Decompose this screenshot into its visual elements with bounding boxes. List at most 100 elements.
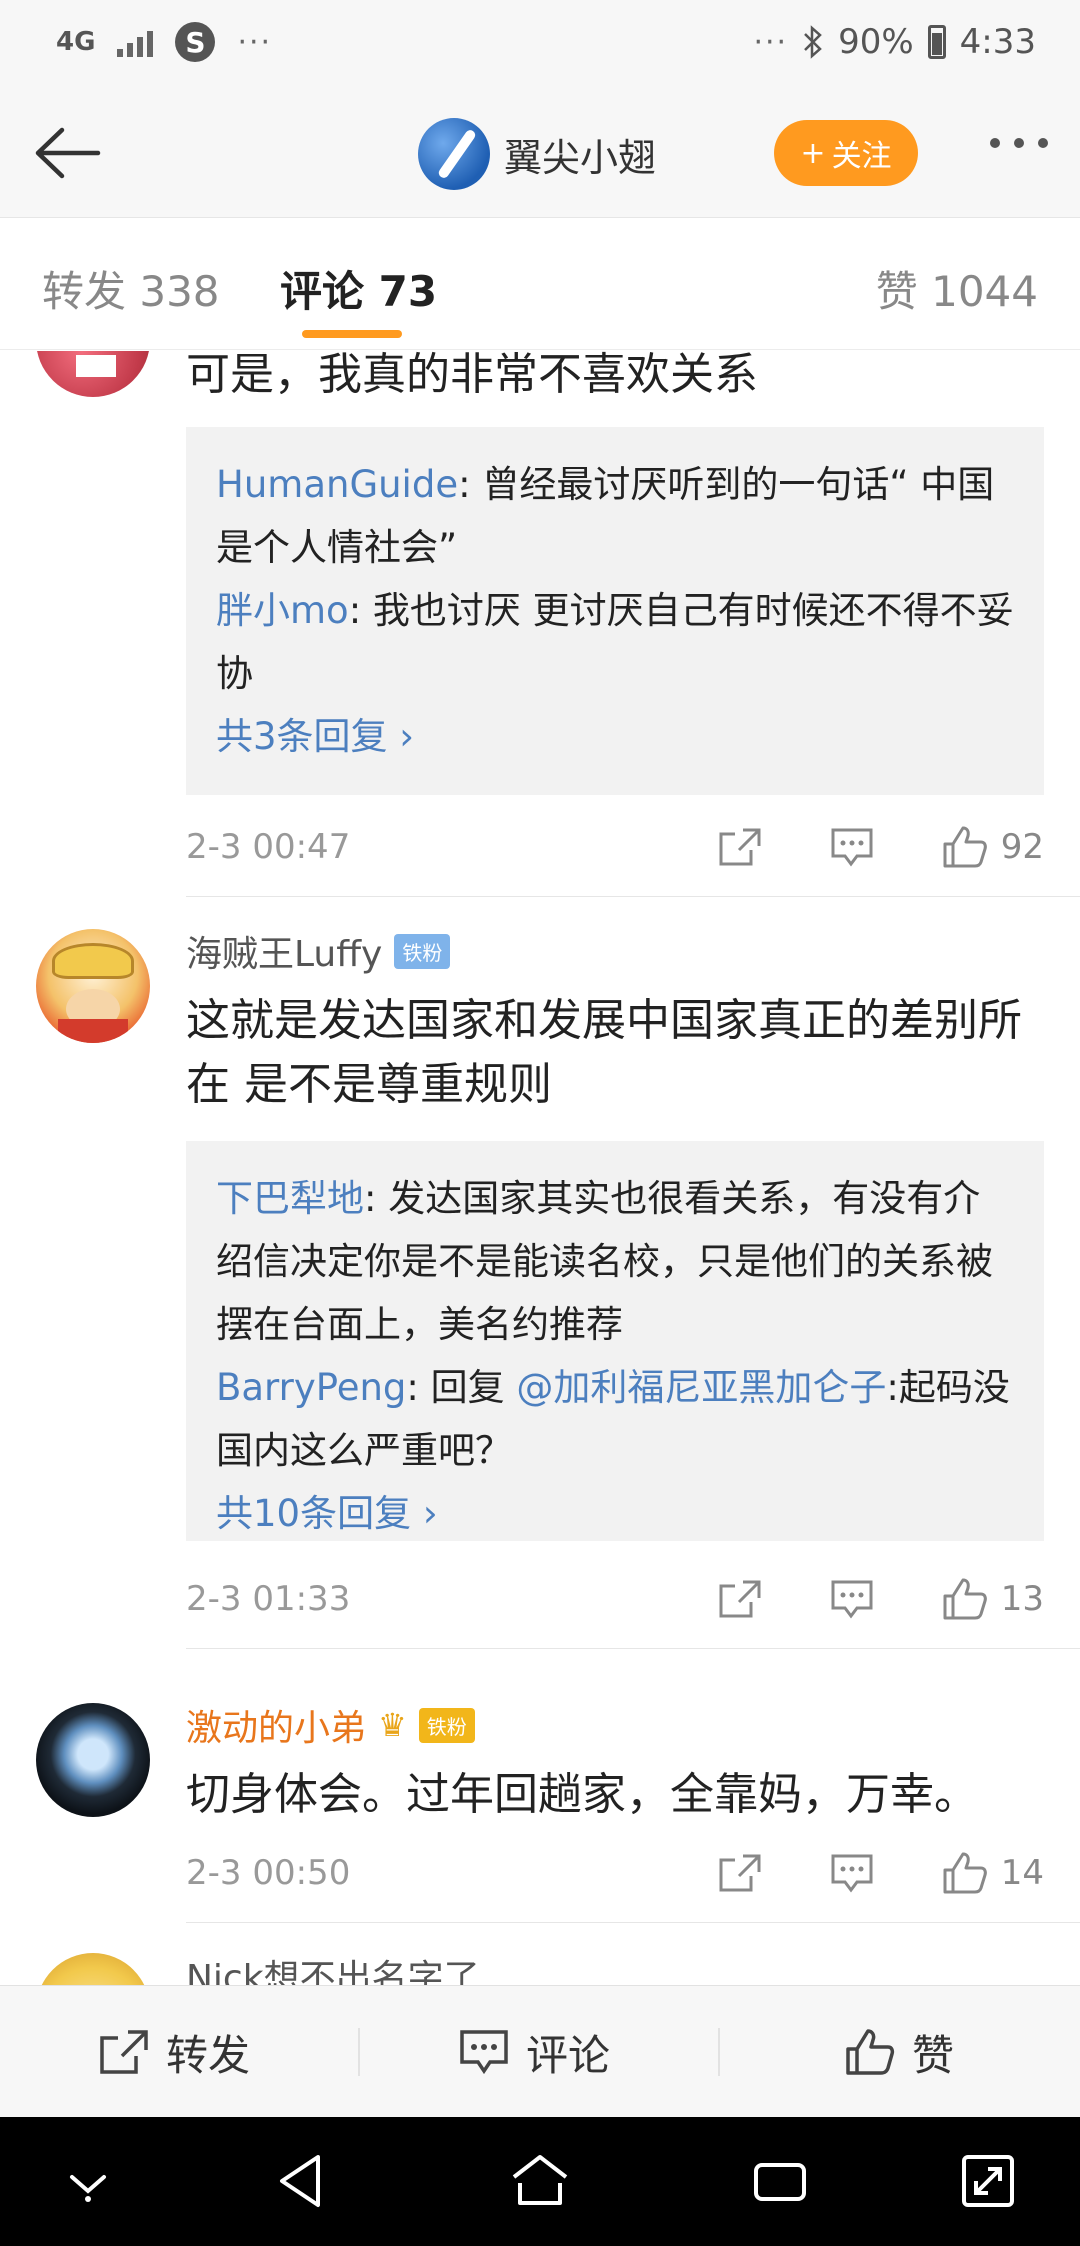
- author-name[interactable]: 海贼王Luffy: [186, 925, 382, 977]
- comment-time: 2-3 01:33: [186, 1579, 351, 1619]
- fan-badge: 铁粉: [394, 933, 451, 969]
- like-bottom-button[interactable]: 赞: [844, 1986, 954, 2118]
- comment-time: 2-3 00:50: [186, 1853, 351, 1893]
- repost-button[interactable]: 转发: [98, 1986, 250, 2118]
- thumbs-up-icon: [943, 826, 987, 868]
- author-name[interactable]: 激动的小弟: [186, 1699, 366, 1751]
- thumbs-up-icon: [943, 1578, 987, 1620]
- comment-author[interactable]: 激动的小弟 ♛ 铁粉: [186, 1699, 475, 1751]
- status-right: ··· 90% 4:33: [753, 22, 1036, 62]
- mention-link[interactable]: @加利福尼亚黑加仑子: [516, 1366, 886, 1409]
- like-button[interactable]: 13: [941, 1576, 1044, 1622]
- separator: [718, 2028, 720, 2076]
- comment-meta: 2-3 01:33 13: [186, 1569, 1044, 1629]
- share-button[interactable]: [717, 1578, 763, 1620]
- share-icon: [719, 828, 761, 866]
- like-label: 赞: [912, 2030, 955, 2080]
- more-notifications-icon: ···: [237, 24, 273, 60]
- follow-button[interactable]: + 关注: [774, 120, 918, 186]
- share-icon: [719, 1854, 761, 1892]
- divider: [186, 896, 1080, 897]
- share-button[interactable]: [717, 1852, 763, 1894]
- nav-recents-icon[interactable]: [750, 2151, 810, 2211]
- signal-icon: [117, 27, 154, 57]
- user-avatar[interactable]: [36, 1703, 150, 1817]
- view-all-replies-link[interactable]: 共3条回复 ›: [216, 705, 1014, 768]
- tab-bar: 转发 338 评论 73 赞 1044: [0, 218, 1080, 350]
- account-name[interactable]: 翼尖小翅: [504, 127, 656, 182]
- nav-back-icon[interactable]: [272, 2151, 332, 2211]
- reply-author[interactable]: 胖小mo: [216, 589, 349, 632]
- clock: 4:33: [959, 22, 1036, 62]
- like-button[interactable]: 92: [941, 824, 1044, 870]
- repost-icon: [100, 2030, 148, 2074]
- network-indicator: 4G: [56, 27, 96, 57]
- account-header[interactable]: 翼尖小翅: [418, 118, 656, 190]
- back-arrow-icon[interactable]: [26, 118, 104, 188]
- battery-icon: [927, 25, 946, 59]
- account-avatar[interactable]: [418, 118, 490, 190]
- bluetooth-icon: [804, 25, 822, 59]
- repost-label: 转发: [166, 2030, 251, 2080]
- system-nav-bar: [0, 2117, 1080, 2246]
- nav-home-icon[interactable]: [508, 2151, 572, 2211]
- reply-button[interactable]: [829, 1852, 875, 1894]
- reply-author[interactable]: BarryPeng: [216, 1366, 406, 1409]
- reply-preview-box[interactable]: 下巴犁地: 发达国家其实也很看关系，有没有介绍信决定你是不是能读名校，只是他们的…: [186, 1141, 1044, 1541]
- comment-icon: [831, 828, 873, 867]
- thumbs-up-icon: [846, 2029, 895, 2075]
- reply-author[interactable]: 下巴犁地: [216, 1177, 364, 1220]
- reply-item[interactable]: 胖小mo: 我也讨厌 更讨厌自己有时候还不得不妥协: [216, 579, 1014, 705]
- user-avatar[interactable]: [36, 1953, 150, 1985]
- comment-icon: [831, 1580, 873, 1619]
- expand-icon[interactable]: [958, 2151, 1018, 2211]
- comment-label: 评论: [526, 2030, 611, 2080]
- reply-button[interactable]: [829, 1578, 875, 1620]
- like-count: 13: [1000, 1579, 1044, 1619]
- plus-icon: +: [800, 135, 826, 171]
- hide-keyboard-icon[interactable]: [62, 2165, 114, 2205]
- like-button[interactable]: 14: [941, 1850, 1044, 1896]
- active-tab-indicator: [302, 330, 402, 338]
- comment-author[interactable]: Nick想不出名字了: [186, 1949, 480, 1985]
- reply-text: : 回复: [406, 1366, 517, 1409]
- divider: [186, 1648, 1080, 1649]
- comment-time: 2-3 00:47: [186, 827, 351, 867]
- status-bar: 4G S ··· ··· 90% 4:33: [0, 0, 1080, 90]
- tab-comments[interactable]: 评论 73: [280, 258, 437, 319]
- share-button[interactable]: [717, 826, 763, 868]
- app-notification-icon: S: [175, 22, 216, 62]
- fan-badge: 铁粉: [418, 1707, 475, 1743]
- comment-icon: [831, 1854, 873, 1893]
- tab-likes[interactable]: 赞 1044: [876, 258, 1038, 319]
- bottom-action-bar: 转发 评论 赞: [0, 1985, 1080, 2117]
- comment-meta: 2-3 00:50 14: [186, 1843, 1044, 1903]
- crown-icon: ♛: [378, 1706, 407, 1744]
- user-avatar[interactable]: [36, 929, 150, 1043]
- comment-button[interactable]: 评论: [458, 1986, 610, 2118]
- comment-author[interactable]: 海贼王Luffy 铁粉: [186, 925, 451, 977]
- reply-preview-box[interactable]: HumanGuide: 曾经最讨厌听到的一句话“ 中国是个人情社会” 胖小mo:…: [186, 427, 1044, 795]
- comment-meta: 2-3 00:47 92: [186, 817, 1044, 877]
- status-left: 4G S ···: [56, 22, 272, 62]
- tab-reposts[interactable]: 转发 338: [42, 258, 220, 319]
- battery-percent: 90%: [838, 22, 914, 62]
- comment-text: 这就是发达国家和发展中国家真正的差别所在 是不是尊重规则: [186, 995, 1022, 1110]
- reply-author[interactable]: HumanGuide: [216, 463, 458, 506]
- divider: [186, 1922, 1080, 1923]
- comment-text: 可是，我真的非常不喜欢关系: [186, 351, 758, 400]
- view-all-replies-link[interactable]: 共10条回复 ›: [216, 1482, 1014, 1545]
- more-options-icon[interactable]: [990, 138, 1048, 148]
- follow-label: 关注: [831, 139, 892, 174]
- separator: [358, 2028, 360, 2076]
- user-avatar[interactable]: [36, 351, 150, 397]
- thumbs-up-icon: [943, 1852, 987, 1894]
- reply-button[interactable]: [829, 826, 875, 868]
- reply-item[interactable]: 下巴犁地: 发达国家其实也很看关系，有没有介绍信决定你是不是能读名校，只是他们的…: [216, 1167, 1014, 1356]
- reply-item[interactable]: BarryPeng: 回复 @加利福尼亚黑加仑子:起码没国内这么严重吧？: [216, 1356, 1014, 1482]
- reply-item[interactable]: HumanGuide: 曾经最讨厌听到的一句话“ 中国是个人情社会”: [216, 453, 1014, 579]
- comment-list[interactable]: 可是，我真的非常不喜欢关系 HumanGuide: 曾经最讨厌听到的一句话“ 中…: [0, 351, 1080, 1985]
- top-header: 翼尖小翅 + 关注: [0, 90, 1080, 218]
- comment-text: 切身体会。过年回趟家，全靠妈，万幸。: [186, 1769, 978, 1820]
- author-name[interactable]: Nick想不出名字了: [186, 1949, 480, 1985]
